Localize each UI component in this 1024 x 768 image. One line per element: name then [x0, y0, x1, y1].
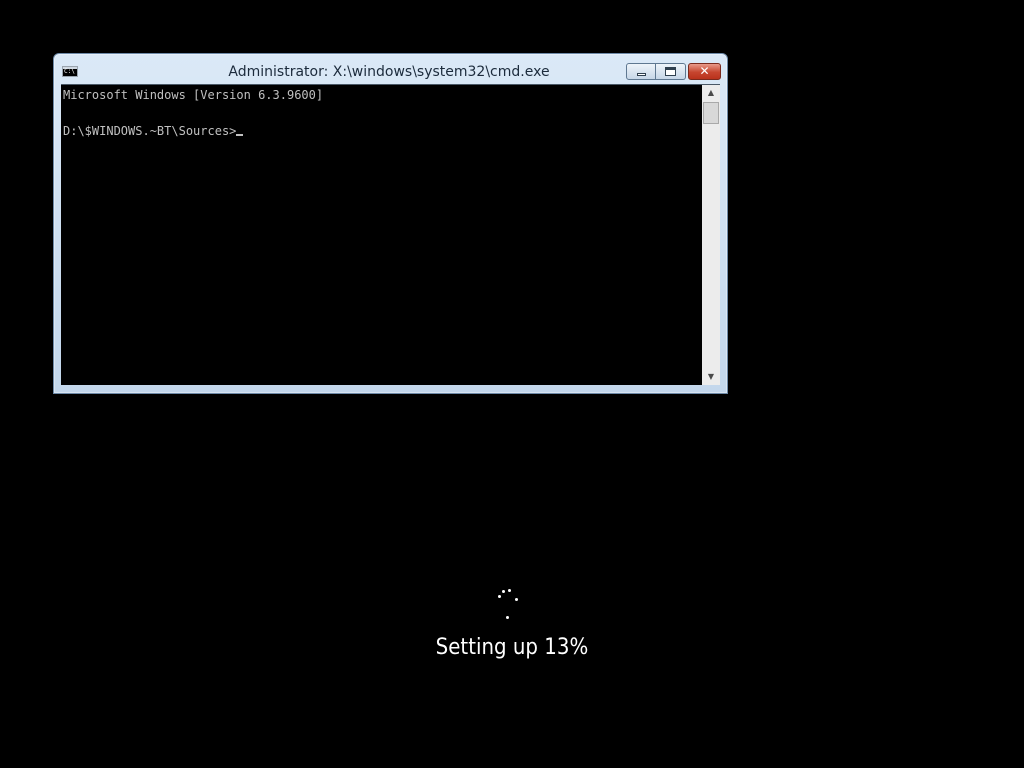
loading-dots-icon — [492, 584, 524, 624]
spinner-dot — [502, 590, 505, 593]
scroll-thumb[interactable] — [703, 102, 719, 124]
console-line-version: Microsoft Windows [Version 6.3.9600] — [63, 88, 324, 102]
close-button[interactable]: ✕ — [688, 63, 721, 80]
title-bar[interactable]: C:\ Administrator: X:\windows\system32\c… — [54, 54, 727, 84]
spinner-dot — [498, 595, 501, 598]
spinner-dot — [506, 616, 509, 619]
cmd-window[interactable]: C:\ Administrator: X:\windows\system32\c… — [53, 53, 728, 394]
close-icon: ✕ — [699, 64, 710, 78]
text-cursor — [236, 134, 244, 136]
scroll-up-arrow-icon[interactable]: ▲ — [702, 85, 720, 101]
setup-progress-text: Setting up 13% — [435, 635, 589, 660]
maximize-icon — [665, 67, 676, 76]
console-line-prompt[interactable]: D:\$WINDOWS.~BT\Sources> — [63, 122, 702, 140]
window-title: Administrator: X:\windows\system32\cmd.e… — [228, 64, 550, 80]
vertical-scrollbar[interactable]: ▲ ▼ — [702, 84, 720, 385]
maximize-button[interactable] — [656, 63, 686, 80]
minimize-button[interactable] — [626, 63, 656, 80]
spinner-dot — [508, 589, 511, 592]
minimize-icon — [637, 73, 646, 76]
command-prompt: D:\$WINDOWS.~BT\Sources> — [63, 124, 237, 138]
scroll-down-arrow-icon[interactable]: ▼ — [702, 369, 720, 385]
console-output[interactable]: Microsoft Windows [Version 6.3.9600] D:\… — [61, 84, 702, 385]
caption-buttons: ✕ — [626, 63, 721, 80]
spinner-dot — [515, 598, 518, 601]
